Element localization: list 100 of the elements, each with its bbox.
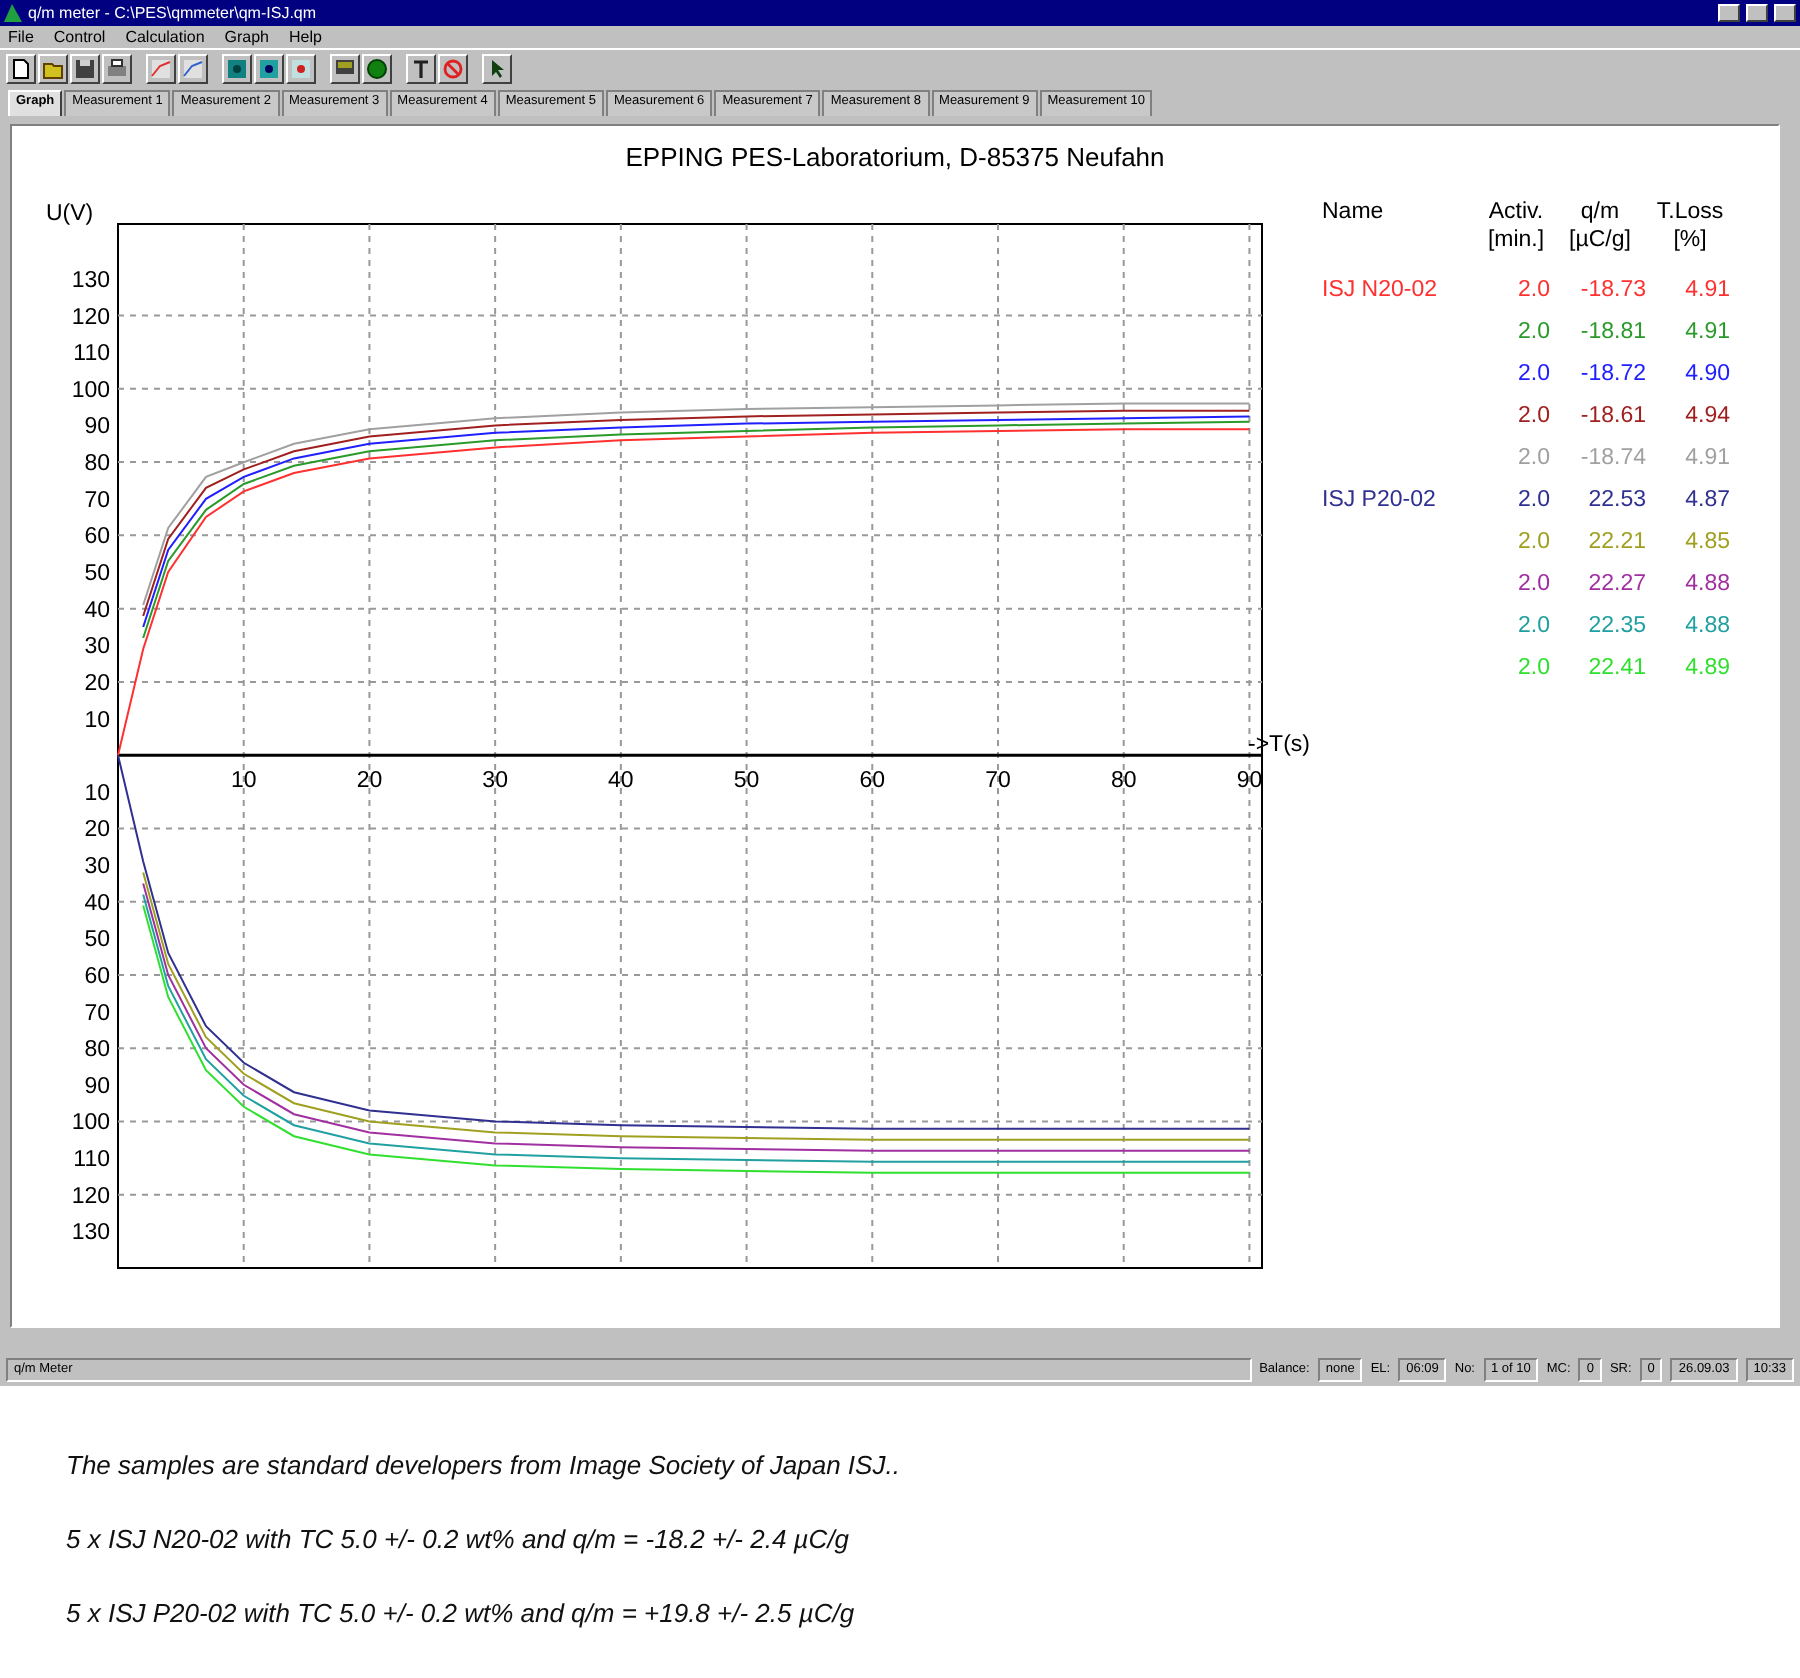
y-tick-label: 120 (71, 305, 110, 330)
table-cell-text: 2.0 (1516, 570, 1550, 600)
table-cell-text: 22.41 (1586, 654, 1646, 684)
document-icon (10, 57, 32, 79)
y-tick-label: 80 (84, 452, 110, 477)
y-tick-label: 10 (84, 708, 110, 733)
table-cell-text: 4.91 (1683, 318, 1730, 348)
table-cell-text: -18.74 (1578, 444, 1646, 474)
table-cell-text: 4.85 (1683, 528, 1730, 558)
toolbar-button[interactable] (222, 53, 252, 83)
menu-item[interactable]: Help (289, 28, 322, 46)
menu-item[interactable]: Graph (224, 28, 269, 46)
menu-item[interactable]: Calculation (125, 28, 205, 46)
x-tick-label: 70 (985, 769, 1011, 794)
table-cell-text: 4.91 (1683, 276, 1730, 306)
table-cell-text: -18.81 (1578, 318, 1646, 348)
table-cell-text: 2.0 (1516, 444, 1550, 474)
x-tick-label: 30 (482, 769, 508, 794)
y-tick-label: 20 (84, 818, 110, 843)
x-tick-label: 60 (859, 769, 886, 794)
y-tick-label: 30 (84, 635, 110, 660)
monitor-icon (334, 57, 356, 79)
sample-name: ISJ P20-02 (1322, 488, 1436, 512)
no-sign-icon (442, 57, 464, 79)
x-tick-label: 90 (1236, 769, 1263, 794)
y-tick-label: 90 (84, 1074, 110, 1099)
y-tick-label: 30 (84, 855, 110, 880)
menu-item[interactable]: File (8, 28, 34, 46)
table-cell-text: 4.89 (1683, 654, 1730, 684)
table-cell-text: 4.88 (1683, 570, 1730, 600)
maximize-button[interactable] (1746, 4, 1768, 22)
y-tick-label: 70 (84, 488, 110, 513)
y-tick-label: 100 (71, 378, 110, 403)
table-cell-text: 2.0 (1516, 528, 1550, 558)
toolbar-button[interactable] (330, 53, 360, 83)
folder-icon (42, 57, 64, 79)
y-tick-label: 70 (84, 1001, 110, 1026)
table-cell-text: 4.87 (1683, 486, 1730, 516)
table-cell-text: 4.88 (1683, 612, 1730, 642)
column-header: q/m (1578, 198, 1622, 226)
toolbar-button[interactable] (406, 53, 436, 83)
note-text: 5 x ISJ N20-02 with TC 5.0 +/- 0.2 wt% and q/m = -18.2 +/- 2.4 µC/g (66, 1524, 852, 1554)
toolbar-button[interactable] (438, 53, 468, 83)
toolbar-button[interactable] (146, 53, 176, 83)
toolbar-button[interactable] (286, 53, 316, 83)
toolbar-button[interactable] (362, 53, 392, 83)
table-cell-text: 2.0 (1516, 402, 1550, 432)
circle-icon (366, 57, 388, 79)
column-header: Name (1322, 198, 1386, 226)
y-tick-label: 40 (84, 891, 110, 916)
y-tick-label: 130 (71, 1221, 110, 1246)
table-cell-text: 2.0 (1516, 360, 1550, 390)
toolbar-button[interactable] (482, 53, 512, 83)
x-tick-label: 10 (230, 769, 257, 794)
printer-icon (106, 57, 128, 79)
table-cell-text: 22.27 (1586, 570, 1646, 600)
note-text: 5 x ISJ P20-02 with TC 5.0 +/- 0.2 wt% and q/m = +19.8 +/- 2.5 µC/g (66, 1598, 857, 1628)
grid-icon (290, 57, 312, 79)
y-tick-label: 50 (84, 562, 110, 586)
graph-title: EPPING PES-Laboratorium, D-85375 Neufahn (623, 140, 1167, 176)
close-button[interactable] (1774, 4, 1796, 22)
table-cell-text: 4.90 (1683, 360, 1730, 390)
toolbar-button[interactable] (6, 53, 36, 83)
menu-item[interactable]: Control (53, 28, 106, 46)
table-cell-text: -18.61 (1578, 402, 1646, 432)
column-unit: [µC/g] (1567, 226, 1633, 254)
chart-icon (150, 57, 172, 79)
y-tick-label: 10 (84, 781, 110, 806)
y-tick-label: 40 (84, 598, 110, 623)
toolbar-button[interactable] (178, 53, 208, 83)
table-cell-text: 22.35 (1586, 612, 1646, 642)
y-tick-label: 110 (73, 342, 110, 367)
y-tick-label: 80 (84, 1038, 110, 1063)
y-axis-label: U(V) (46, 202, 94, 226)
table-cell-text: 2.0 (1516, 612, 1550, 642)
pointer-icon (486, 57, 508, 79)
toolbar-button[interactable] (102, 53, 132, 83)
minimize-button[interactable] (1718, 4, 1740, 22)
table-cell-text: 2.0 (1516, 486, 1550, 516)
table-cell-text: -18.72 (1578, 360, 1646, 390)
toolbar-button[interactable] (70, 53, 100, 83)
y-tick-label: 130 (71, 268, 110, 293)
column-unit: [min.] (1485, 226, 1547, 254)
app-icon (4, 4, 22, 22)
column-header: T.Loss (1654, 198, 1726, 226)
toolbar-button[interactable] (254, 53, 284, 83)
y-tick-label: 120 (71, 1184, 110, 1209)
toolbar-button[interactable] (38, 53, 68, 83)
x-tick-label: 40 (608, 769, 634, 794)
y-tick-label: 100 (71, 1111, 110, 1136)
table-cell-text: 22.21 (1586, 528, 1646, 558)
column-header: Activ. (1486, 198, 1546, 226)
sample-name: ISJ N20-02 (1322, 278, 1438, 302)
table-cell-text: 2.0 (1516, 276, 1550, 306)
note-text: The samples are standard developers from Image Society of Japan ISJ.. (66, 1450, 902, 1480)
table-cell-text: -18.73 (1578, 276, 1646, 306)
table-cell-text: 2.0 (1516, 654, 1550, 684)
grid-icon (226, 57, 248, 79)
text-icon (410, 57, 432, 79)
y-tick-label: 60 (84, 525, 110, 550)
